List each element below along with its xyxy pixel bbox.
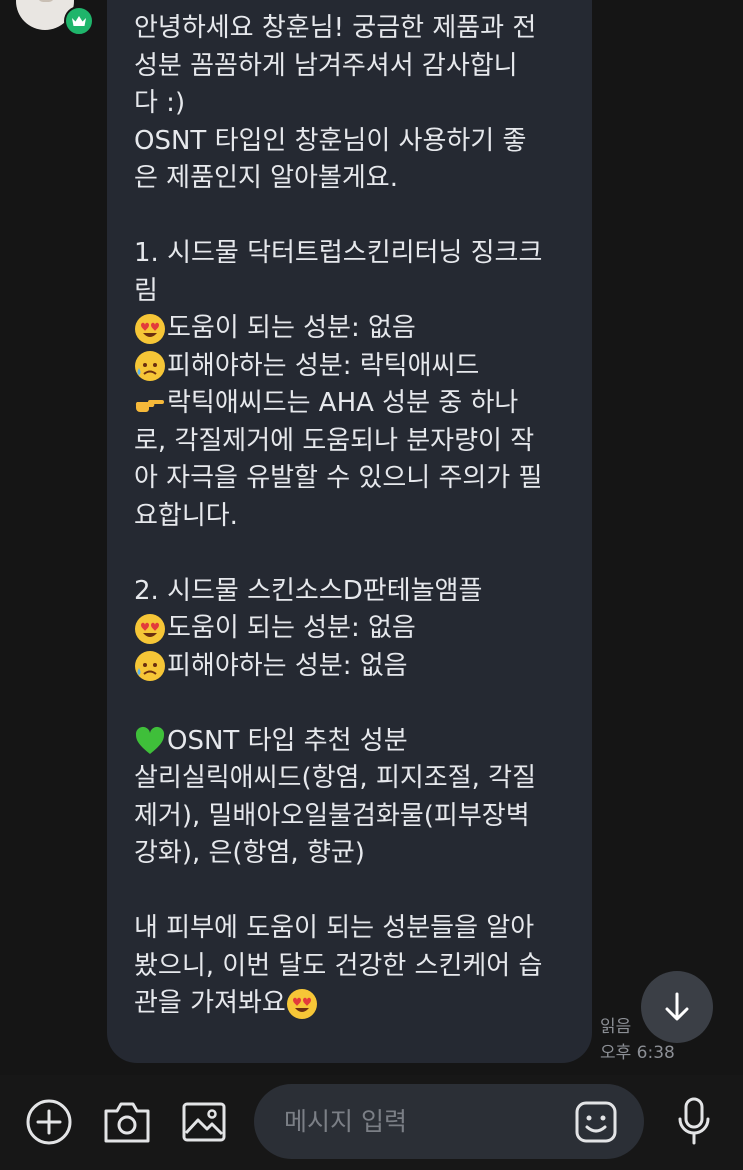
message-line — [134, 198, 572, 236]
arrow-down-icon — [665, 992, 689, 1021]
message-line: 피해야하는 성분: 없음 — [134, 648, 572, 686]
message-line: 림 — [134, 275, 158, 306]
message-line: 1. 시드물 닥터트럽스킨리터닝 징크크 — [134, 238, 543, 268]
emoticon-button[interactable] — [574, 1100, 618, 1144]
message-line: 관을 가져봐요 — [134, 985, 572, 1023]
gallery-button[interactable] — [180, 1097, 228, 1147]
read-status: 읽음 — [600, 1017, 632, 1037]
message-input[interactable]: 메시지 입력 — [254, 1084, 644, 1159]
message-line — [134, 685, 572, 723]
heart-eyes-emoji-icon — [286, 988, 317, 1019]
message-line: 아 자극을 유발할 수 있으니 주의가 필 — [134, 463, 543, 493]
voice-button[interactable] — [672, 1095, 716, 1149]
message-line: 성분 꼼꼼하게 남겨주셔서 감사합니 — [134, 50, 518, 81]
message-line: 요합니다. — [134, 500, 238, 531]
heart-eyes-emoji-icon — [135, 613, 165, 644]
message-line: 2. 시드물 스킨소스D판테놀앰플 — [134, 575, 483, 606]
message-line — [134, 535, 572, 573]
message-line: 강화), 은(항염, 향균) — [134, 838, 365, 868]
message-line: 도움이 되는 성분: 없음 — [134, 310, 572, 348]
sad-sweat-emoji-icon — [135, 651, 165, 682]
message-line: 살리실릭애씨드(항염, 피지조절, 각질 — [134, 763, 537, 793]
message-time: 오후 6:38 — [600, 1043, 675, 1063]
pointing-hand-emoji-icon — [135, 399, 164, 412]
green-heart-emoji-icon — [135, 727, 165, 755]
sad-sweat-emoji-icon — [135, 351, 165, 382]
heart-eyes-emoji-icon — [135, 313, 165, 344]
message-line: 로, 각질제거에 도움되나 분자량이 작 — [134, 425, 535, 456]
message-line: 도움이 되는 성분: 없음 — [134, 610, 572, 648]
message-input-placeholder: 메시지 입력 — [284, 1107, 407, 1136]
message-line: 안녕하세요 창훈님! 궁금한 제품과 전 — [134, 13, 537, 43]
microphone-icon — [678, 1097, 710, 1145]
camera-icon — [104, 1102, 150, 1143]
message-line: 내 피부에 도움이 되는 성분들을 알아 — [134, 913, 535, 943]
add-button[interactable] — [24, 1097, 74, 1147]
message-bubble[interactable]: 안녕하세요 창훈님! 궁금한 제품과 전 성분 꼼꼼하게 남겨주셔서 감사합니 … — [107, 0, 592, 1063]
message-line: 피해야하는 성분: 락틱애씨드 — [134, 348, 572, 386]
plus-circle-icon — [26, 1099, 72, 1145]
message-line: 은 제품인지 알아볼게요. — [134, 163, 398, 193]
message-line: 다 :) — [134, 88, 186, 118]
image-icon — [182, 1102, 226, 1142]
message-line: 제거), 밀배아오일불검화물(피부장벽 — [134, 800, 530, 831]
message-line: OSNT 타입 추천 성분 — [134, 723, 572, 761]
smiley-icon — [575, 1101, 617, 1143]
crown-icon — [64, 6, 94, 36]
camera-button[interactable] — [101, 1097, 153, 1147]
message-line: 락틱애씨드는 AHA 성분 중 하나 — [134, 385, 572, 423]
message-line: 봤으니, 이번 달도 건강한 스킨케어 습 — [134, 950, 543, 981]
message-line — [134, 873, 572, 911]
scroll-to-bottom-button[interactable] — [641, 971, 713, 1043]
message-line: OSNT 타입인 창훈님이 사용하기 좋 — [134, 125, 527, 156]
